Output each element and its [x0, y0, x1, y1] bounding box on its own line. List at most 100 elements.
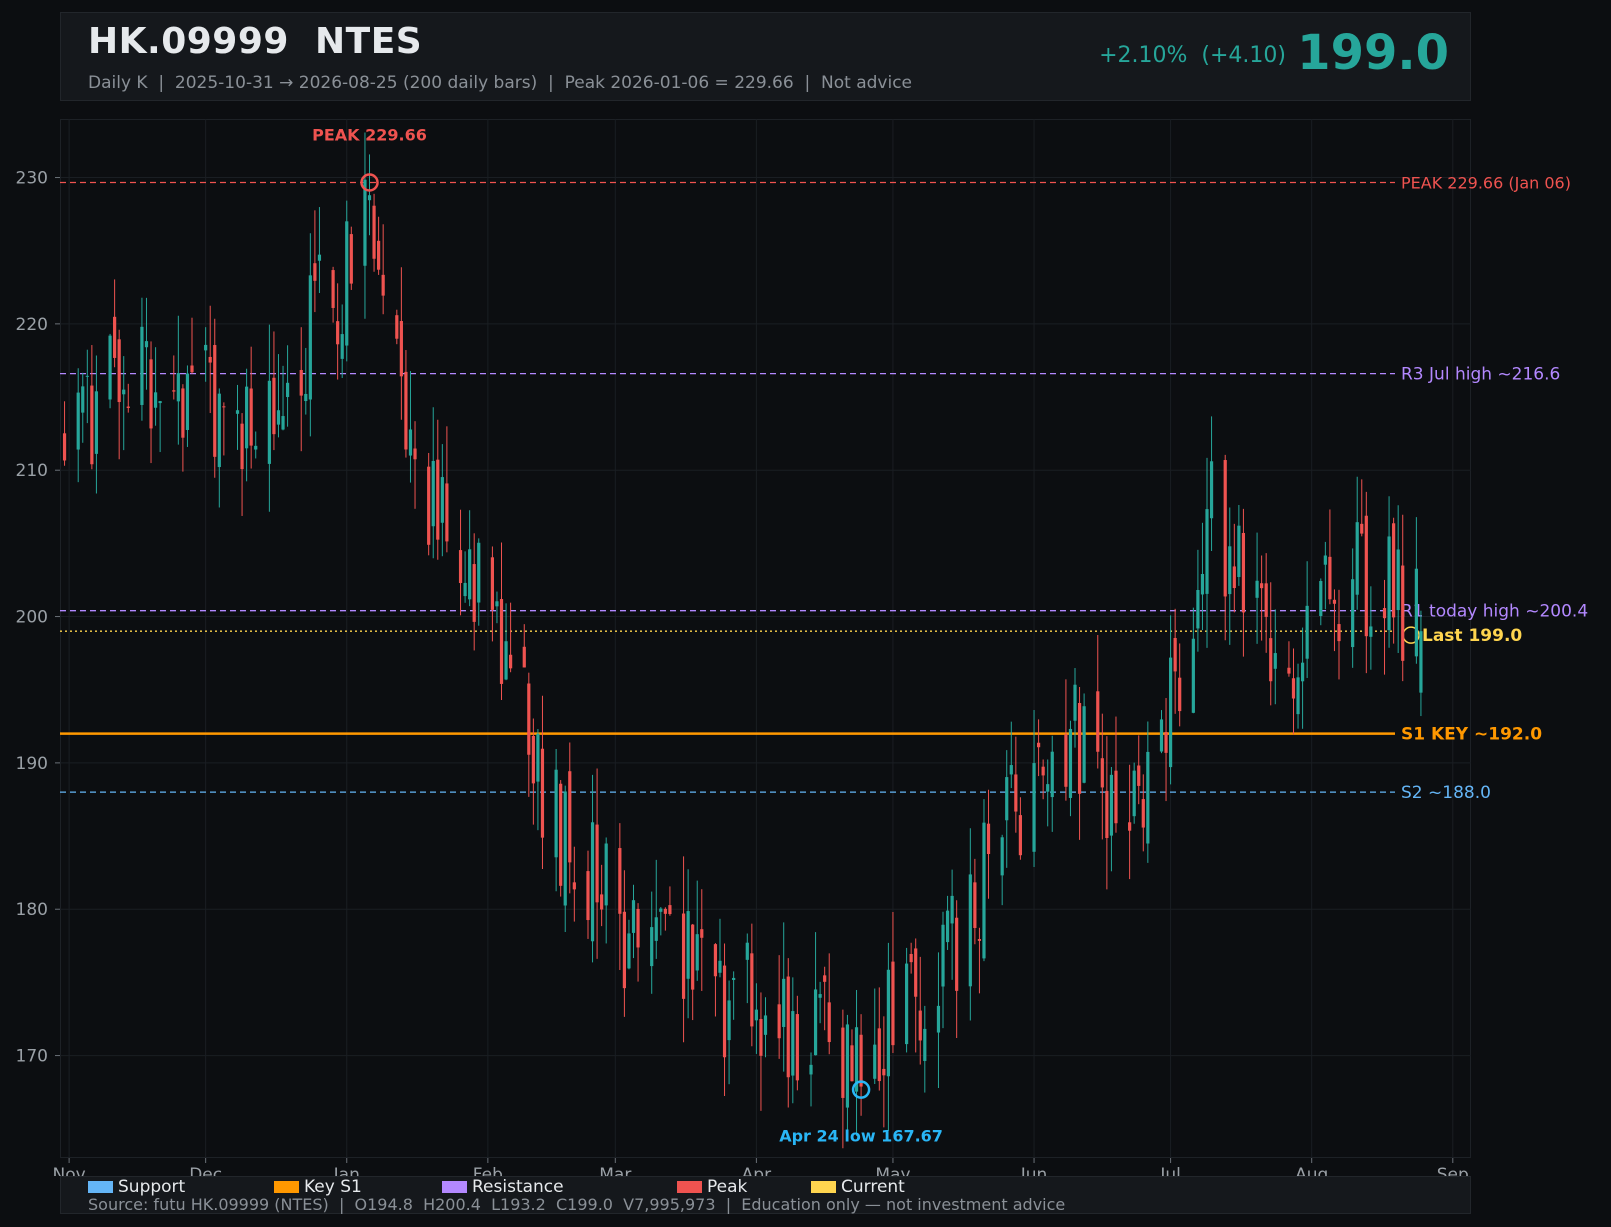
candle-body	[158, 401, 162, 404]
candle-body	[1068, 728, 1073, 798]
candle	[1200, 522, 1205, 631]
candle	[909, 942, 913, 974]
level-label-r1: R1 today high ~200.4	[1401, 602, 1588, 622]
candle-body	[463, 582, 467, 597]
candle	[272, 331, 276, 451]
candle-body	[945, 910, 950, 943]
y-tick-label: 190	[16, 754, 48, 774]
candle-body	[1401, 565, 1405, 661]
legend-item-current: Current	[811, 1177, 905, 1197]
candle-body	[1273, 653, 1277, 669]
candle	[254, 431, 258, 459]
candle-body	[1100, 758, 1104, 788]
candle-body	[62, 433, 67, 461]
candle-body	[317, 254, 322, 261]
candle-body	[586, 871, 590, 921]
y-tick-label: 210	[16, 461, 48, 481]
x-tick-label: Dec	[189, 1165, 222, 1176]
candle-body	[795, 1014, 799, 1081]
candle	[281, 365, 285, 431]
candle	[886, 942, 890, 1132]
candle	[873, 988, 877, 1085]
candle	[663, 907, 667, 931]
candle-body	[1232, 566, 1236, 589]
candle	[1018, 797, 1022, 860]
candle	[572, 846, 576, 922]
candle	[563, 785, 567, 933]
candle-body	[686, 911, 690, 979]
candle-body	[126, 406, 130, 408]
candle-body	[1064, 734, 1068, 787]
candle	[308, 233, 312, 437]
candle	[686, 869, 690, 1019]
candle-body	[217, 393, 221, 468]
y-tick-label: 220	[16, 315, 48, 335]
candle-body	[654, 917, 658, 941]
candle	[90, 345, 94, 470]
candle	[399, 267, 403, 420]
candle-body	[823, 975, 827, 982]
candle	[527, 672, 531, 797]
candle-body	[1260, 583, 1264, 589]
candle-body	[650, 927, 654, 967]
candle	[1300, 627, 1305, 729]
candle	[440, 444, 444, 557]
candle	[1241, 508, 1246, 657]
candle-body	[1392, 523, 1396, 618]
candle	[1036, 719, 1041, 777]
candle-body	[1128, 822, 1132, 831]
candle-body	[841, 1027, 845, 1098]
candle-body	[276, 410, 281, 425]
candle	[304, 347, 308, 415]
candle	[331, 266, 335, 323]
candle	[977, 927, 982, 994]
candle	[1137, 735, 1141, 805]
candle	[1141, 774, 1145, 852]
candle-body	[1351, 579, 1355, 648]
candle	[1223, 454, 1227, 641]
candle-body	[1196, 590, 1200, 629]
candle-body	[1255, 580, 1259, 598]
x-axis: Nov Dec Jan Feb Mar Apr May Jun Jul Aug Sep	[53, 1158, 1469, 1176]
candle	[650, 891, 654, 994]
candle	[1332, 589, 1337, 652]
candle-body	[663, 908, 667, 914]
candle-body	[408, 429, 413, 456]
x-tick-label: Apr	[742, 1165, 771, 1176]
candle-body	[600, 894, 604, 910]
candle	[1096, 634, 1100, 769]
candle-body	[336, 321, 340, 345]
candle-body	[477, 542, 481, 603]
candle-body	[1269, 638, 1273, 682]
candle	[113, 279, 117, 368]
candle-body	[1396, 549, 1400, 611]
legend-item-support: Support	[88, 1177, 185, 1197]
candle	[395, 309, 399, 345]
x-tick-label: Jun	[1020, 1165, 1048, 1176]
candle-body	[1009, 765, 1013, 775]
candle	[1014, 736, 1018, 833]
candle	[126, 383, 130, 413]
candle	[468, 510, 472, 607]
candle	[1164, 698, 1168, 802]
candle-body	[1382, 608, 1387, 619]
candle	[1382, 579, 1387, 675]
candle-body	[185, 373, 190, 430]
candle-body	[595, 824, 599, 903]
legend-label: Key S1	[304, 1176, 362, 1197]
candle-body	[1105, 790, 1109, 838]
candle-body	[1323, 555, 1327, 565]
candle	[408, 371, 413, 483]
candle-body	[122, 389, 126, 395]
candle	[172, 355, 176, 400]
candle-body	[763, 1015, 768, 1035]
candle	[1360, 479, 1364, 537]
candle	[76, 368, 80, 483]
candle-body	[395, 315, 399, 339]
candle	[877, 987, 881, 1091]
candle	[955, 900, 959, 1038]
candle	[445, 426, 449, 553]
candle-body	[1041, 766, 1045, 776]
candle	[495, 591, 499, 624]
candle	[1005, 750, 1009, 868]
